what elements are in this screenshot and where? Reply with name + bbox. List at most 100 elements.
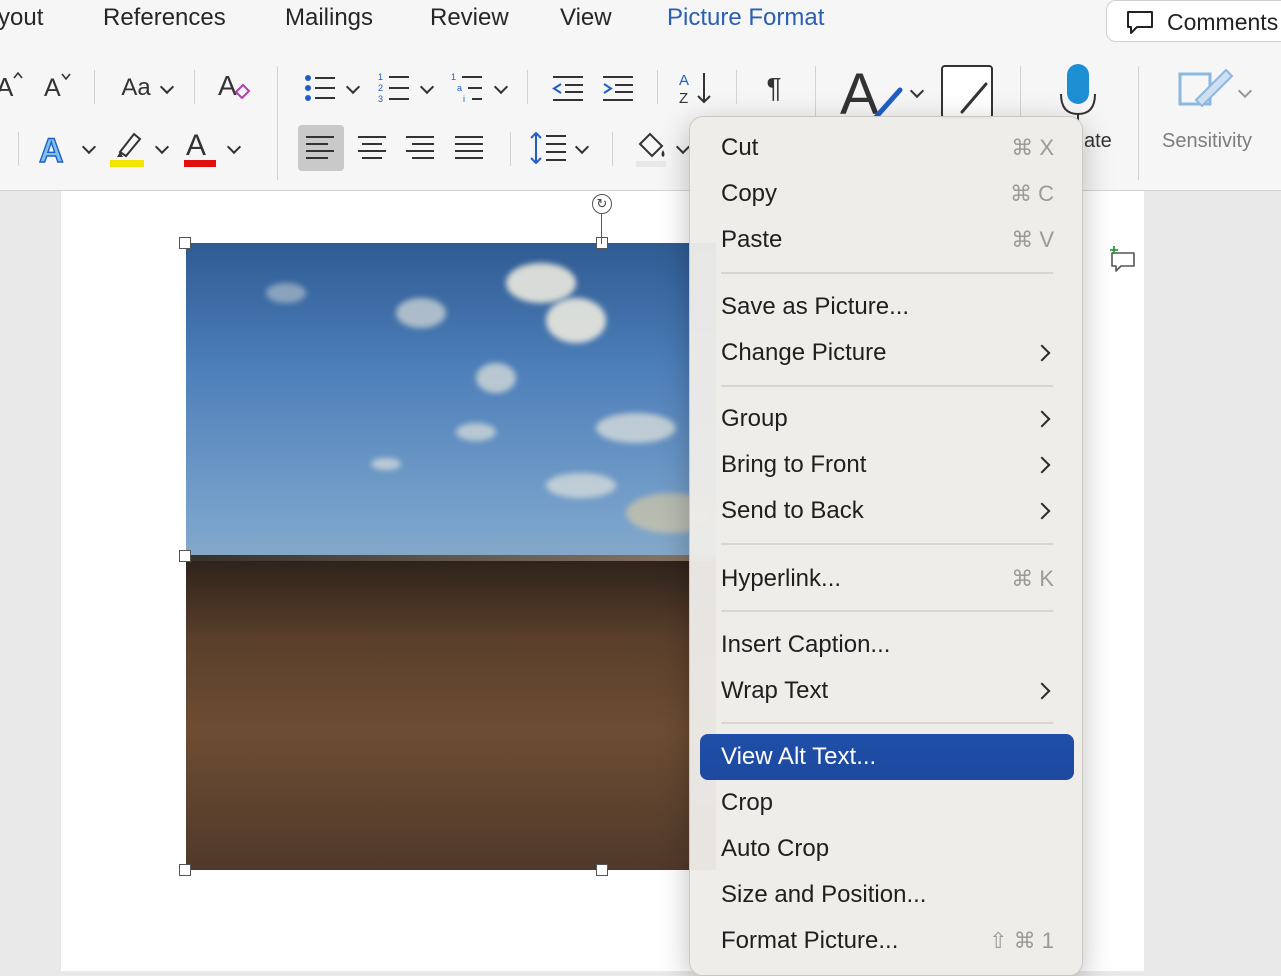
menu-item-auto-crop[interactable]: Auto Crop [700, 826, 1074, 872]
chevron-down-icon[interactable] [226, 139, 242, 155]
menu-item-hyperlink[interactable]: Hyperlink... ⌘ K [700, 556, 1074, 602]
svg-text:Z: Z [679, 90, 688, 107]
menu-item-insert-caption[interactable]: Insert Caption... [700, 622, 1074, 668]
chevron-right-icon [1033, 410, 1051, 428]
bullets-button[interactable] [300, 70, 340, 106]
sort-az-icon: A Z [679, 72, 711, 107]
cloud [506, 263, 576, 303]
align-left-icon [306, 136, 334, 159]
chevron-right-icon [1033, 502, 1051, 520]
chevron-down-icon[interactable] [493, 79, 509, 95]
resize-handle-bottom[interactable] [596, 864, 608, 876]
rotate-handle[interactable]: ↻ [592, 194, 612, 214]
chevron-down-icon[interactable] [675, 139, 691, 155]
styles-gallery-button[interactable]: A [838, 62, 908, 122]
bullet-list-icon [305, 75, 335, 101]
styles-pane-icon [941, 65, 993, 119]
shrink-font-button[interactable]: A [42, 70, 74, 104]
chevron-down-icon[interactable] [419, 79, 435, 95]
menu-item-copy[interactable]: Copy ⌘ C [700, 171, 1074, 217]
multilevel-list-button[interactable]: 1 a i [448, 70, 488, 106]
menu-item-label: Send to Back [721, 497, 864, 524]
chevron-down-icon[interactable] [154, 139, 170, 155]
resize-handle-top[interactable] [596, 237, 608, 249]
resize-handle-bottom-left[interactable] [179, 864, 191, 876]
line-spacing-icon [530, 131, 566, 165]
tab-references[interactable]: References [103, 4, 226, 32]
shortcut-label: ⌘ C [1010, 181, 1054, 206]
highlighter-icon [110, 132, 144, 167]
pilcrow-icon: ¶ [766, 72, 782, 103]
dictate-button[interactable] [1058, 62, 1098, 124]
numbering-button[interactable]: 1 2 3 [374, 70, 414, 106]
chevron-down-icon[interactable] [1237, 83, 1253, 99]
font-color-button[interactable]: A [182, 126, 220, 168]
ribbon-separator [657, 70, 658, 104]
selected-picture[interactable] [186, 243, 716, 870]
menu-separator [721, 543, 1053, 545]
sort-button[interactable]: A Z [676, 68, 716, 108]
menu-item-label: Copy [721, 180, 778, 207]
svg-text:2: 2 [378, 83, 383, 93]
shortcut-label: ⇧ ⌘ 1 [989, 928, 1054, 953]
tab-review[interactable]: Review [430, 4, 509, 32]
svg-text:A: A [840, 62, 879, 122]
menu-item-cut[interactable]: Cut ⌘ X [700, 125, 1074, 171]
change-case-button[interactable]: Aa [116, 72, 156, 104]
chevron-down-icon[interactable] [345, 79, 361, 95]
sensitivity-button[interactable] [1176, 60, 1234, 120]
paint-bucket-icon [636, 132, 666, 167]
line-spacing-button[interactable] [528, 128, 570, 168]
menu-item-size-and-position[interactable]: Size and Position... [700, 872, 1074, 918]
menu-item-format-picture[interactable]: Format Picture... ⇧ ⌘ 1 [700, 918, 1074, 964]
resize-handle-top-left[interactable] [179, 237, 191, 249]
menu-item-view-alt-text[interactable]: View Alt Text... [700, 734, 1074, 780]
menu-item-paste[interactable]: Paste ⌘ V [700, 217, 1074, 263]
tab-picture-format[interactable]: Picture Format [667, 4, 824, 32]
styles-pane-button[interactable] [940, 64, 994, 120]
menu-item-save-as-picture[interactable]: Save as Picture... [700, 284, 1074, 330]
resize-handle-left[interactable] [179, 550, 191, 562]
tab-mailings[interactable]: Mailings [285, 4, 373, 32]
tab-layout[interactable]: yout [0, 4, 43, 32]
ribbon-separator [736, 70, 737, 104]
menu-item-crop[interactable]: Crop [700, 780, 1074, 826]
chevron-down-icon[interactable] [909, 83, 925, 99]
ribbon-separator [510, 132, 511, 166]
chevron-down-icon[interactable] [81, 139, 97, 155]
align-right-button[interactable] [398, 125, 444, 171]
shortcut-label: ⌘ V [1011, 227, 1054, 252]
menu-item-label: Crop [721, 789, 774, 816]
chevron-down-icon[interactable] [574, 139, 590, 155]
menu-item-send-to-back[interactable]: Send to Back [700, 488, 1074, 534]
tab-view[interactable]: View [560, 4, 612, 32]
menu-item-group[interactable]: Group [700, 396, 1074, 442]
menu-item-bring-to-front[interactable]: Bring to Front [700, 442, 1074, 488]
text-effects-button[interactable]: A [38, 128, 72, 168]
decrease-indent-button[interactable] [548, 70, 588, 106]
microphone-icon [1060, 64, 1096, 122]
new-comment-icon[interactable] [1108, 245, 1136, 273]
chevron-down-icon[interactable] [159, 79, 175, 95]
menu-item-wrap-text[interactable]: Wrap Text [700, 668, 1074, 714]
menu-item-change-picture[interactable]: Change Picture [700, 330, 1074, 376]
show-formatting-marks-button[interactable]: ¶ [756, 70, 792, 106]
align-center-button[interactable] [350, 125, 396, 171]
dictate-label: ate [1084, 130, 1112, 152]
menu-item-label: Insert Caption... [721, 631, 891, 658]
highlight-color-button[interactable] [108, 126, 148, 168]
align-right-icon [406, 136, 434, 159]
grow-font-button[interactable]: A [0, 70, 26, 104]
svg-text:a: a [457, 83, 462, 93]
shortcut-label: ⌘ X [1011, 135, 1054, 160]
justify-icon [455, 136, 483, 159]
shading-button[interactable] [632, 126, 672, 168]
increase-indent-button[interactable] [598, 70, 638, 106]
ribbon-separator [94, 70, 95, 104]
clear-formatting-button[interactable]: A [216, 68, 252, 106]
comments-button[interactable]: Comments [1106, 0, 1281, 42]
menu-item-label: Bring to Front [721, 451, 867, 478]
svg-text:A: A [679, 72, 689, 89]
align-left-button[interactable] [298, 125, 344, 171]
justify-button[interactable] [447, 125, 493, 171]
